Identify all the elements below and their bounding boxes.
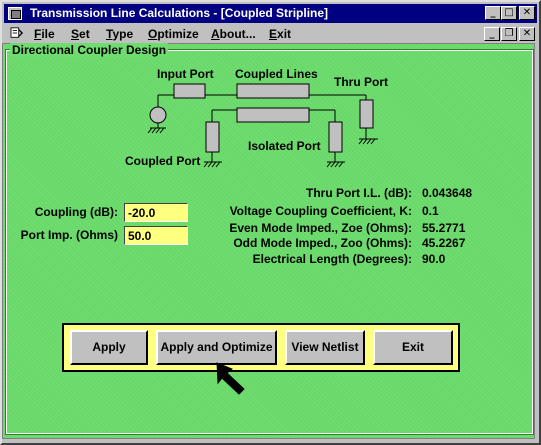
coupling-label: Coupling (dB): [34, 205, 118, 219]
odd-mode-impedance-label: Odd Mode Imped., Zoo (Ohms): [233, 236, 412, 250]
isolated-port-resistor [328, 121, 343, 153]
input-port-resistor [173, 83, 206, 99]
electrical-length-value: 90.0 [422, 252, 446, 266]
coupling-coefficient-label: Voltage Coupling Coefficient, K: [229, 204, 412, 218]
even-mode-impedance-label: Even Mode Imped., Zoe (Ohms): [229, 221, 412, 235]
view-netlist-button[interactable]: View Netlist [285, 330, 365, 365]
port-imp-label: Port Imp. (Ohms) [20, 228, 118, 242]
apply-button[interactable]: Apply [70, 330, 148, 365]
thru-port-il-label: Thru Port I.L. (dB): [306, 186, 412, 200]
coupled-line-top [236, 83, 310, 99]
apply-optimize-button[interactable]: Apply and Optimize [156, 330, 277, 365]
coupling-coefficient-value: 0.1 [422, 204, 439, 218]
thru-port-resistor [359, 99, 374, 129]
odd-mode-impedance-value: 45.2267 [422, 236, 466, 250]
label-input-port: Input Port [157, 67, 214, 81]
thru-port-il-value: 0.043648 [422, 186, 473, 200]
label-coupled-lines: Coupled Lines [235, 67, 318, 81]
exit-button[interactable]: Exit [373, 330, 453, 365]
coupled-line-bottom [236, 107, 310, 123]
label-coupled-port: Coupled Port [125, 154, 201, 168]
coupling-input[interactable] [124, 203, 188, 222]
label-isolated-port: Isolated Port [248, 139, 321, 153]
electrical-length-label: Electrical Length (Degrees): [252, 252, 412, 266]
even-mode-impedance-value: 55.2771 [422, 221, 466, 235]
source-symbol [149, 106, 167, 124]
port-imp-input[interactable] [124, 226, 188, 245]
label-thru-port: Thru Port [334, 75, 388, 89]
coupled-port-resistor [205, 121, 220, 153]
